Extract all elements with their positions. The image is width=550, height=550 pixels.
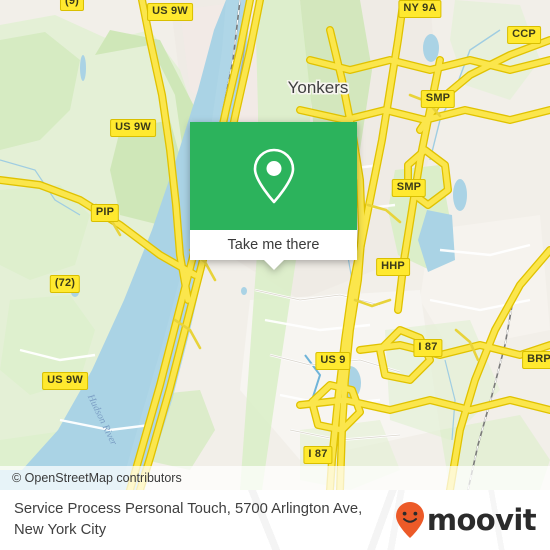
moovit-wordmark: moovit bbox=[426, 503, 537, 537]
shield-route-9-top: (9) bbox=[59, 0, 85, 11]
shield-us-9w-top: US 9W bbox=[147, 3, 193, 21]
moovit-pin-icon bbox=[395, 502, 424, 538]
map-pin-icon bbox=[253, 148, 294, 204]
moovit-logo[interactable]: moovit bbox=[395, 501, 537, 539]
take-me-there-button[interactable]: Take me there bbox=[190, 230, 357, 270]
osm-attribution-text: © OpenStreetMap contributors bbox=[12, 471, 182, 485]
shield-route-72: (72) bbox=[49, 275, 81, 293]
shield-i-87-right: I 87 bbox=[413, 339, 443, 357]
shield-brp: BRP bbox=[522, 351, 550, 369]
address-line-1: Service Process Personal Touch, 5700 Arl… bbox=[14, 501, 363, 517]
map-canvas[interactable]: Yonkers Hudson River (9) US 9W NY 9A CCP… bbox=[0, 0, 550, 490]
osm-attribution[interactable]: © OpenStreetMap contributors bbox=[0, 466, 550, 490]
map-screenshot: Yonkers Hudson River (9) US 9W NY 9A CCP… bbox=[0, 0, 550, 550]
address-line-2: New York City bbox=[14, 522, 107, 538]
shield-i-87-bottom: I 87 bbox=[303, 446, 333, 464]
location-popup-card[interactable]: Take me there bbox=[190, 122, 357, 270]
address-block: Service Process Personal Touch, 5700 Arl… bbox=[14, 499, 362, 541]
place-label-yonkers: Yonkers bbox=[287, 78, 349, 97]
shield-hhp: HHP bbox=[376, 258, 410, 276]
shield-smp-upper: SMP bbox=[420, 90, 456, 108]
shield-ny-9a: NY 9A bbox=[398, 0, 442, 18]
popup-pointer bbox=[263, 260, 284, 270]
shield-ccp: CCP bbox=[507, 26, 541, 44]
shield-smp-lower: SMP bbox=[391, 179, 427, 197]
shield-us-9w-upper-left: US 9W bbox=[110, 119, 156, 137]
shield-us-9: US 9 bbox=[315, 352, 351, 370]
popup-marker-panel bbox=[190, 122, 357, 230]
shield-us-9w-lower-left: US 9W bbox=[42, 372, 88, 390]
take-me-there-label: Take me there bbox=[227, 237, 320, 253]
bottom-info-bar: Service Process Personal Touch, 5700 Arl… bbox=[0, 490, 550, 550]
shield-pip: PIP bbox=[90, 204, 120, 222]
